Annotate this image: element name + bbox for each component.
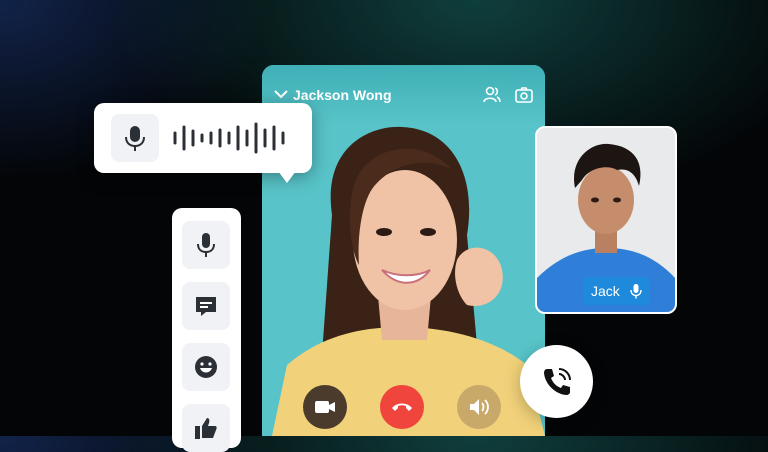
participant-name-tag: Jack — [583, 277, 650, 305]
contacts-icon[interactable] — [483, 86, 501, 104]
microphone-icon — [630, 284, 642, 299]
voice-message-bubble[interactable] — [94, 103, 312, 183]
toolbar-emoji-button[interactable] — [182, 343, 230, 391]
speaker-button[interactable] — [457, 385, 501, 429]
participant-video-tile[interactable]: Jack — [535, 126, 677, 314]
caller-name: Jackson Wong — [293, 87, 392, 103]
phone-ringing-icon — [543, 367, 571, 395]
hang-up-button[interactable] — [380, 385, 424, 429]
bubble-tail — [278, 171, 296, 183]
voice-mic-button[interactable] — [111, 114, 159, 162]
hang-up-icon — [392, 403, 412, 411]
toolbar-chat-button[interactable] — [182, 282, 230, 330]
audio-waveform — [173, 122, 285, 154]
toolbar-like-button[interactable] — [182, 404, 230, 452]
toolbar-mic-button[interactable] — [182, 221, 230, 269]
emoji-smile-icon — [195, 356, 217, 378]
speaker-icon — [470, 399, 489, 415]
microphone-icon — [125, 126, 145, 151]
video-camera-icon — [315, 401, 335, 413]
chat-message-icon — [196, 297, 216, 316]
chevron-down-icon[interactable] — [274, 89, 288, 99]
switch-camera-icon[interactable] — [515, 86, 533, 104]
microphone-icon — [197, 233, 215, 257]
action-toolbar — [172, 208, 241, 452]
thumbs-up-icon — [195, 418, 217, 439]
phone-call-button[interactable] — [520, 345, 593, 418]
video-toggle-button[interactable] — [303, 385, 347, 429]
participant-name: Jack — [591, 283, 620, 299]
